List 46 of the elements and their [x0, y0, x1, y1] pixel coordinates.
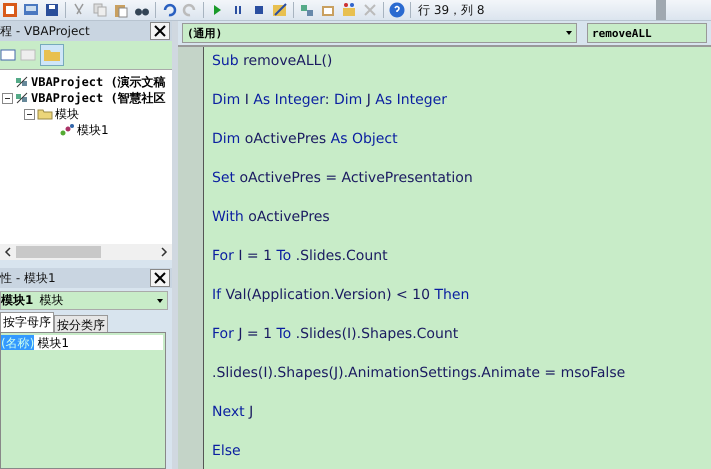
save-icon[interactable]: [44, 2, 60, 18]
tab[interactable]: 按字母序: [0, 312, 54, 332]
scrollbar-thumb[interactable]: [16, 246, 101, 258]
object-dropdown[interactable]: (通用): [182, 23, 577, 43]
object-dropdown[interactable]: 模块1 模块: [0, 291, 168, 310]
tree-item[interactable]: VBAProject (演示文稿: [31, 74, 166, 90]
collapse-icon[interactable]: [24, 108, 35, 120]
tree-item[interactable]: 模块1: [77, 122, 109, 138]
tree-item[interactable]: 模块: [55, 106, 79, 122]
help-icon[interactable]: [389, 2, 405, 18]
undo-icon[interactable]: [161, 2, 177, 18]
code-line: .Slides(I).Shapes(J).AnimationSettings.Animate = msoFalse: [212, 364, 626, 383]
paste-icon[interactable]: [113, 2, 129, 18]
panel-title: 性 - 模块1: [0, 270, 56, 286]
scroll-left-icon[interactable]: [3, 247, 13, 257]
code-line: With oActivePres: [212, 208, 331, 227]
folder-icon: [37, 108, 53, 120]
code-line: Dim oActivePres As Object: [212, 130, 399, 149]
cursor-position: 行 39，列 8: [418, 2, 485, 18]
code-line: Sub removeALL(): [212, 52, 334, 71]
project-icon: [15, 91, 29, 105]
tree-item[interactable]: VBAProject (智慧社区: [31, 90, 166, 106]
view-icon[interactable]: [23, 2, 39, 18]
toolbox-icon[interactable]: [341, 2, 357, 18]
code-line: For J = 1 To .Slides(I).Shapes.Count: [212, 325, 460, 344]
code-line: For I = 1 To .Slides.Count: [212, 247, 389, 266]
property-value[interactable]: 模块1: [34, 335, 70, 350]
code-line: Else: [212, 442, 242, 461]
view-code-icon[interactable]: [0, 47, 16, 63]
code-line: If Val(Application.Version) < 10 Then: [212, 286, 470, 305]
powerpoint-icon[interactable]: [2, 2, 18, 18]
scroll-right-icon[interactable]: [159, 247, 169, 257]
project-icon[interactable]: [299, 2, 315, 18]
close-button[interactable]: [150, 269, 170, 287]
tab[interactable]: 按分类序: [54, 315, 108, 332]
panel-title: 程 - VBAProject: [0, 22, 90, 40]
project-icon: [15, 75, 29, 89]
design-mode-icon[interactable]: [272, 2, 288, 18]
procedure-dropdown[interactable]: removeALL: [587, 23, 707, 43]
close-button[interactable]: [150, 22, 170, 40]
toolbar-grip[interactable]: [656, 0, 666, 20]
code-line: Set oActivePres = ActivePresentation: [212, 169, 474, 188]
code-line: Next J: [212, 403, 254, 422]
collapse-icon[interactable]: [2, 92, 13, 104]
code-line: Dim I As Integer: Dim J As Integer: [212, 91, 448, 110]
module-icon: [59, 123, 75, 137]
